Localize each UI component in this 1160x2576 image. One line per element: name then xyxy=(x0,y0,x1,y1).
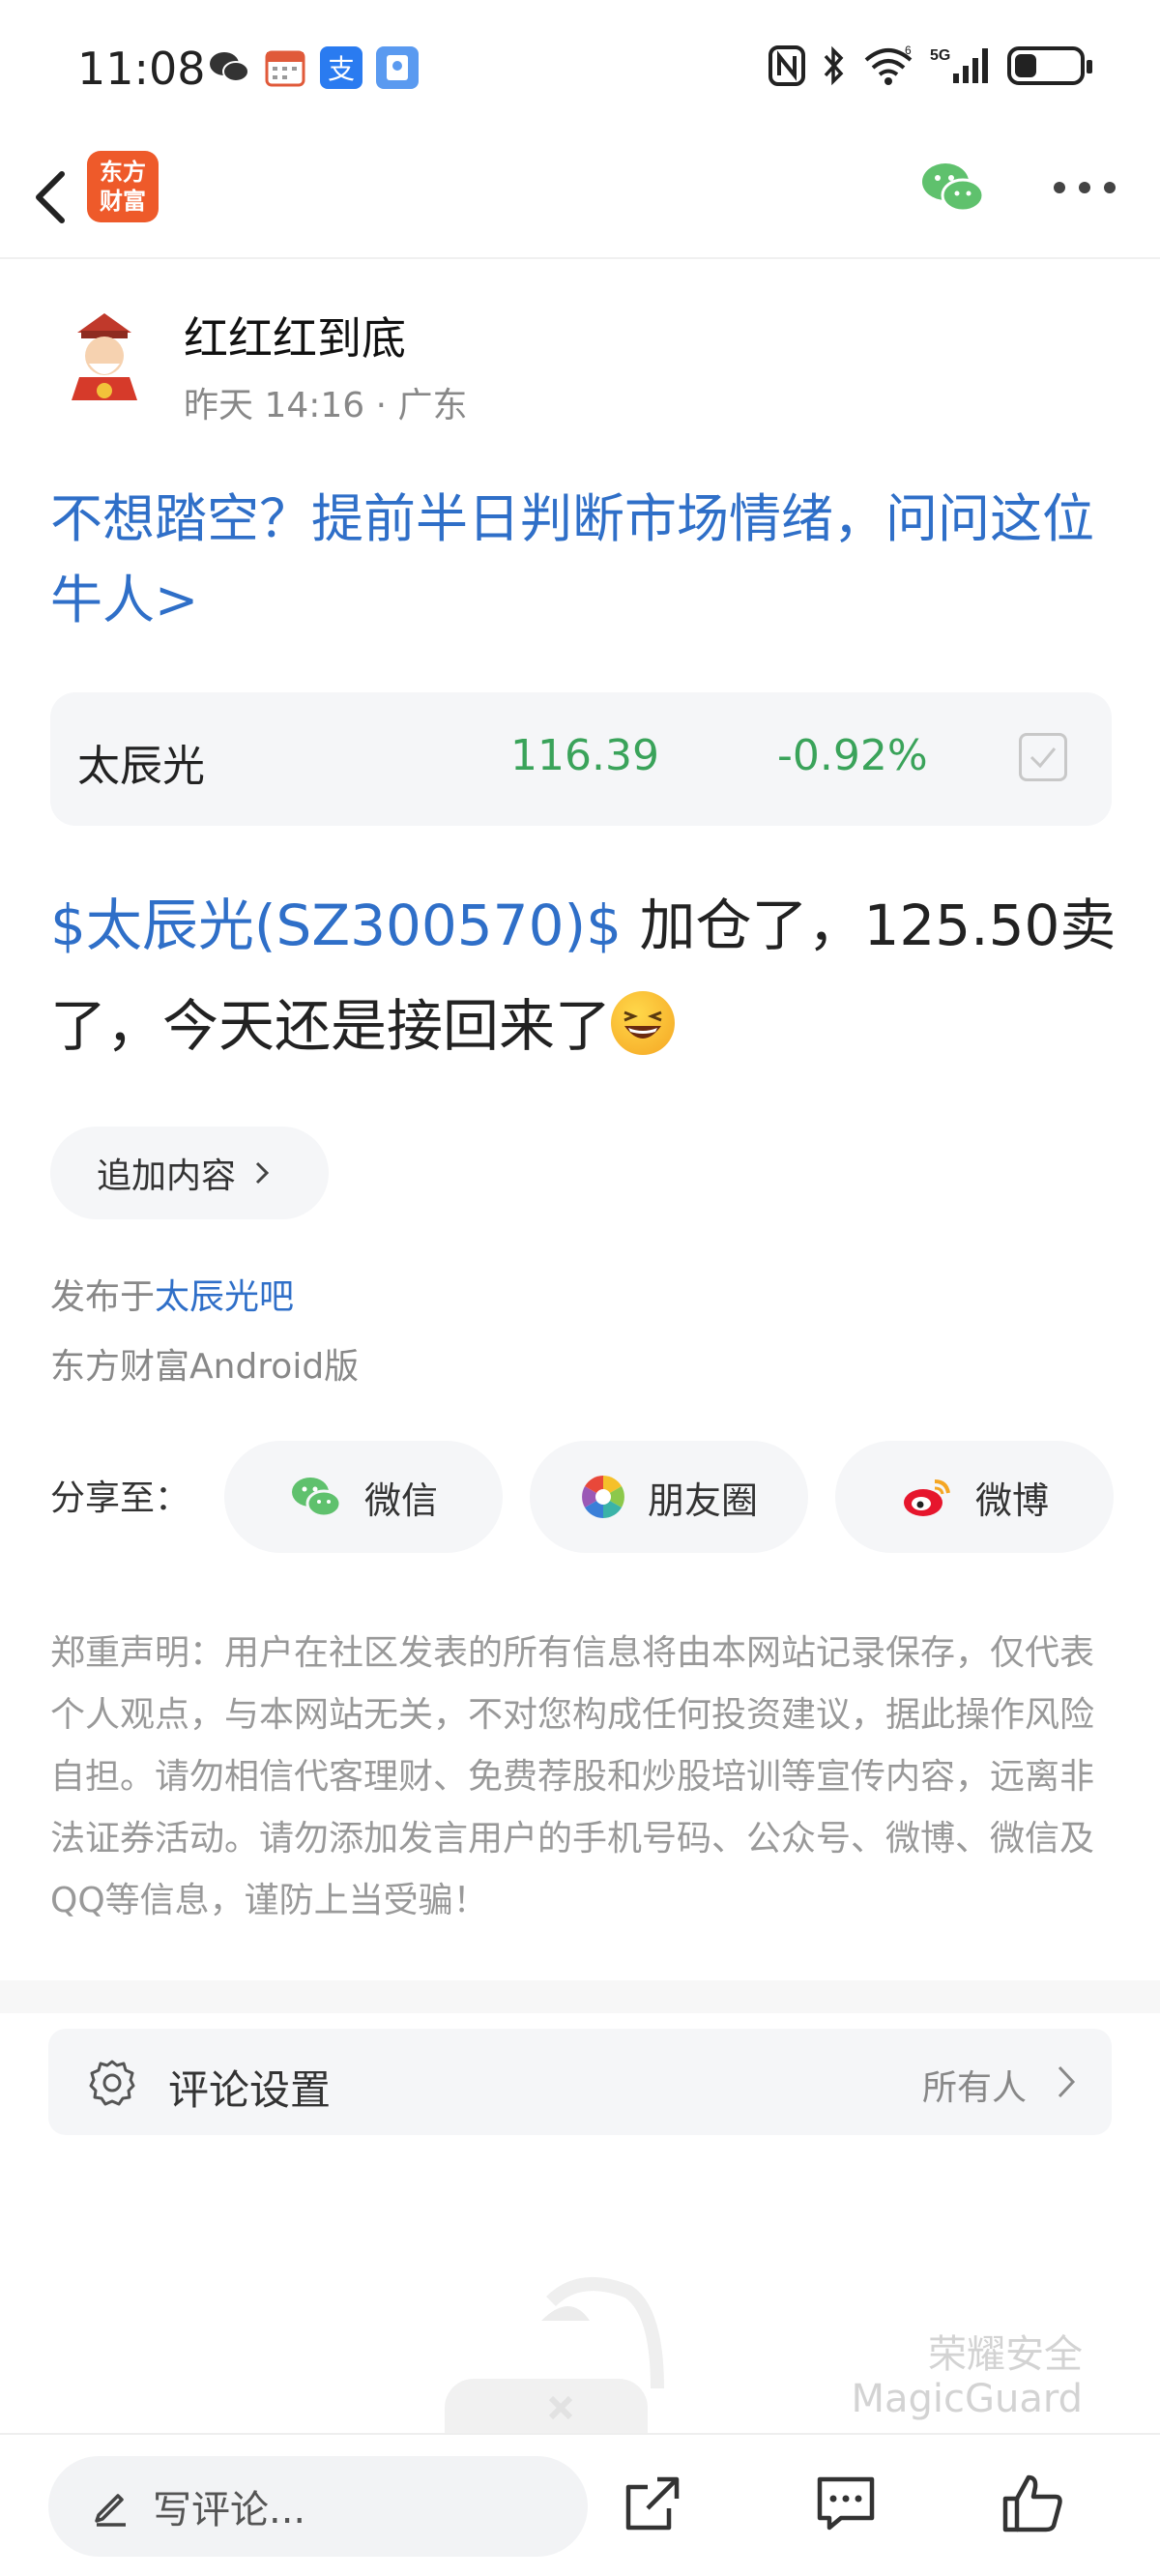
wechat-notification-icon xyxy=(210,52,249,82)
logo-line1: 东方 xyxy=(100,159,146,186)
wechat-icon xyxy=(291,1478,342,1518)
stock-tag-link[interactable]: $太辰光(SZ300570)$ xyxy=(50,893,622,958)
chevron-right-icon xyxy=(255,1161,270,1185)
cellular-signal-icon: 5G xyxy=(930,47,988,83)
gear-icon xyxy=(89,2060,135,2106)
empty-comments-illustration: 荣耀安全 MagicGuard xyxy=(0,2156,1160,2437)
share-moments-button[interactable]: 朋友圈 xyxy=(530,1441,808,1553)
comments-icon[interactable] xyxy=(812,2470,880,2537)
status-time: 11:08 xyxy=(77,43,206,95)
stock-quote-card[interactable]: 太辰光 116.39 -0.92% xyxy=(50,692,1112,826)
comment-settings-label: 评论设置 xyxy=(168,2066,332,2114)
share-wechat-button[interactable]: 微信 xyxy=(224,1441,503,1553)
stock-bar-link[interactable]: 太辰光吧 xyxy=(155,1277,294,1317)
more-options-icon[interactable] xyxy=(1054,182,1116,197)
stock-price: 116.39 xyxy=(510,731,659,780)
wifi-badge: 6 xyxy=(905,44,912,57)
share-target-label: 朋友圈 xyxy=(647,1478,758,1522)
back-arrow-icon[interactable] xyxy=(23,159,81,236)
comment-placeholder: 写评论... xyxy=(153,2488,306,2532)
alipay-notification-icon: 支 xyxy=(320,46,362,89)
author-header: 红红红到底 昨天 14:16 · 广东 xyxy=(48,300,1112,425)
client-source: 东方财富Android版 xyxy=(50,1347,360,1387)
weibo-icon xyxy=(903,1479,950,1516)
battery-level xyxy=(1015,54,1036,77)
wechat-share-icon[interactable] xyxy=(918,159,988,217)
bottom-action-bar: 写评论... xyxy=(0,2433,1160,2576)
sofa-lamp-illustration xyxy=(445,2277,664,2437)
author-name[interactable]: 红红红到底 xyxy=(184,304,406,367)
watermark-line1: 荣耀安全 xyxy=(928,2332,1083,2377)
stock-name: 太辰光 xyxy=(77,742,205,791)
notification-icons: 支 xyxy=(208,46,419,89)
watermark-line2: MagicGuard xyxy=(851,2377,1083,2421)
status-bar: 11:08 支 6 5G xyxy=(0,0,1160,145)
post-content: $太辰光(SZ300570)$ 加仓了，125.50卖了，今天还是接回来了 xyxy=(50,875,1123,1076)
laughing-emoji-icon xyxy=(611,991,676,1055)
author-avatar[interactable] xyxy=(56,307,153,414)
add-content-label: 追加内容 xyxy=(97,1156,237,1196)
add-watchlist-checkbox[interactable] xyxy=(1019,733,1067,781)
calendar-notification-icon xyxy=(265,50,305,87)
post-meta: 昨天 14:16 · 广东 xyxy=(184,386,468,425)
published-prefix: 发布于 xyxy=(50,1277,156,1317)
stock-change: -0.92% xyxy=(777,731,928,780)
app-notification-icon xyxy=(376,46,419,89)
moments-icon xyxy=(581,1476,624,1518)
bluetooth-icon xyxy=(824,45,844,86)
system-status-icons: 6 5G xyxy=(768,44,1092,87)
share-label: 分享至： xyxy=(50,1478,190,1518)
section-divider xyxy=(0,1980,1160,2013)
disclaimer-text: 郑重声明：用户在社区发表的所有信息将由本网站记录保存，仅代表个人观点，与本网站无… xyxy=(50,1633,1095,1920)
published-in: 发布于太辰光吧 xyxy=(50,1269,294,1319)
comment-input[interactable]: 写评论... xyxy=(48,2456,588,2557)
add-content-button[interactable]: 追加内容 xyxy=(50,1127,329,1219)
share-target-label: 微博 xyxy=(974,1478,1049,1522)
comment-settings-value: 所有人 xyxy=(921,2068,1027,2108)
share-weibo-button[interactable]: 微博 xyxy=(835,1441,1114,1553)
eastmoney-logo: 东方 财富 xyxy=(87,151,159,222)
network-type: 5G xyxy=(930,47,950,64)
nfc-icon xyxy=(768,45,805,86)
top-nav-bar: 东方 财富 xyxy=(0,145,1160,259)
chevron-right-icon xyxy=(1058,2065,1076,2098)
comment-settings-row[interactable]: 评论设置 所有人 xyxy=(48,2029,1112,2135)
share-target-label: 微信 xyxy=(363,1478,438,1522)
battery-icon xyxy=(1007,46,1092,85)
promo-link[interactable]: 不想踏空？提前半日判断市场情绪，问问这位牛人> xyxy=(50,479,1123,641)
wifi-icon: 6 xyxy=(864,44,913,85)
thumbs-up-icon[interactable] xyxy=(1000,2470,1067,2537)
pencil-icon xyxy=(95,2494,126,2527)
share-icon[interactable] xyxy=(619,2470,686,2537)
logo-line2: 财富 xyxy=(100,188,146,215)
